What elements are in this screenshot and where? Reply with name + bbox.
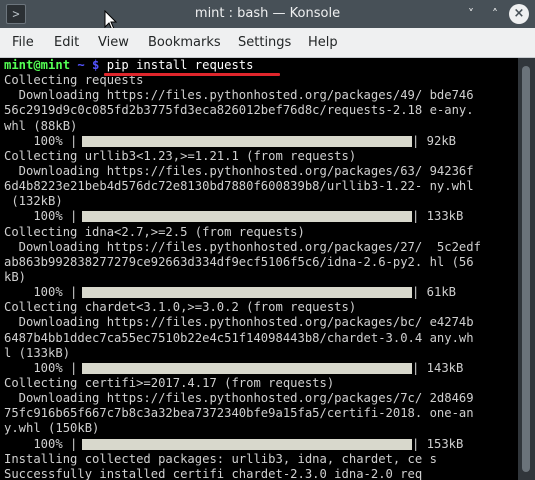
terminal-line: 56c2919d9c0c085fd2b3775fd3eca826012bef76… xyxy=(4,103,474,118)
terminal-line: Downloading https://files.pythonhosted.o… xyxy=(4,315,474,330)
maximize-button[interactable]: ˄ xyxy=(485,4,505,24)
menu-edit[interactable]: Edit xyxy=(54,28,79,58)
menu-file[interactable]: File xyxy=(12,28,34,58)
progress-percent: 100% | xyxy=(4,209,78,224)
terminal-line: Collecting certifi>=2017.4.17 (from requ… xyxy=(4,375,335,390)
progress-bar-fill xyxy=(82,211,412,223)
title-bar[interactable]: > mint : bash — Konsole ˅ ˄ × xyxy=(0,0,535,31)
progress-bar-line: 100% | | 61kB xyxy=(4,285,518,300)
progress-percent: 100% | xyxy=(4,436,78,451)
progress-bar-line: 100% | | 133kB xyxy=(4,209,518,224)
progress-percent: 100% | xyxy=(4,285,78,300)
progress-size: | 92kB xyxy=(412,133,457,148)
terminal-line: Collecting urllib3<1.23,>=1.21.1 (from r… xyxy=(4,148,357,163)
command-text: pip install requests xyxy=(106,58,254,72)
progress-size: | 143kB xyxy=(412,360,464,375)
progress-bar-fill xyxy=(82,362,412,374)
scrollbar-thumb[interactable] xyxy=(522,66,530,472)
terminal-line: Collecting idna<2.7,>=2.5 (from requests… xyxy=(4,224,305,239)
menu-help[interactable]: Help xyxy=(308,28,338,58)
terminal-line: (132kB) xyxy=(4,194,63,209)
terminal-line: Downloading https://files.pythonhosted.o… xyxy=(4,163,474,178)
terminal-line: Installing collected packages: urllib3, … xyxy=(4,451,437,466)
progress-bar-fill xyxy=(82,287,412,299)
terminal-line: Downloading https://files.pythonhosted.o… xyxy=(4,88,474,103)
prompt-tilde: ~ $ xyxy=(70,58,107,72)
progress-bar-fill xyxy=(82,438,412,450)
menu-bookmarks[interactable]: Bookmarks xyxy=(148,28,221,58)
menu-settings[interactable]: Settings xyxy=(238,28,291,58)
terminal-line: y.whl (150kB) xyxy=(4,421,100,436)
terminal-output[interactable]: mint@mint ~ $ pip install requests Colle… xyxy=(0,58,518,480)
terminal-line: whl (88kB) xyxy=(4,118,78,133)
terminal-line: 6487b4bb1ddec7ca55ec7510b22e4c51f1409844… xyxy=(4,330,474,345)
terminal-line: Successfully installed certifi chardet-2… xyxy=(4,466,423,480)
progress-bar-line: 100% | | 143kB xyxy=(4,361,518,376)
progress-bar-fill xyxy=(82,135,412,147)
progress-bar-line: 100% | | 153kB xyxy=(4,437,518,452)
minimize-button[interactable]: ˅ xyxy=(461,4,481,24)
terminal-line: Downloading https://files.pythonhosted.o… xyxy=(4,239,481,254)
progress-size: | 133kB xyxy=(412,209,464,224)
command-underline-annotation xyxy=(104,73,280,76)
progress-size: | 153kB xyxy=(412,436,464,451)
close-button[interactable]: × xyxy=(509,4,529,24)
terminal-line: Downloading https://files.pythonhosted.o… xyxy=(4,391,474,406)
terminal-scrollbar[interactable] xyxy=(518,58,535,480)
terminal-line: l (133kB) xyxy=(4,345,71,360)
progress-bar-line: 100% | | 92kB xyxy=(4,134,518,149)
prompt-line: mint@mint ~ $ pip install requests xyxy=(4,58,518,73)
progress-percent: 100% | xyxy=(4,360,78,375)
terminal-line: kB) xyxy=(4,269,27,284)
menu-view[interactable]: View xyxy=(98,28,129,58)
menu-bar: File Edit View Bookmarks Settings Help xyxy=(0,28,535,58)
window-title: mint : bash — Konsole xyxy=(194,6,341,21)
progress-size: | 61kB xyxy=(412,285,457,300)
terminal-line: 75fc916b65f667c7b8c3a32bea7372340bfe9a15… xyxy=(4,406,474,421)
terminal-line: 6d4b8223e21beb4d576dc72e8130bd7880f60083… xyxy=(4,179,474,194)
terminal-line: ab863b992838277279ce92663d334df9ecf5106f… xyxy=(4,254,474,269)
terminal-lines: Collecting requests Downloading https://… xyxy=(4,73,518,480)
progress-percent: 100% | xyxy=(4,133,78,148)
terminal-line: Collecting chardet<3.1.0,>=3.0.2 (from r… xyxy=(4,300,357,315)
prompt-user: mint@mint xyxy=(4,58,71,72)
